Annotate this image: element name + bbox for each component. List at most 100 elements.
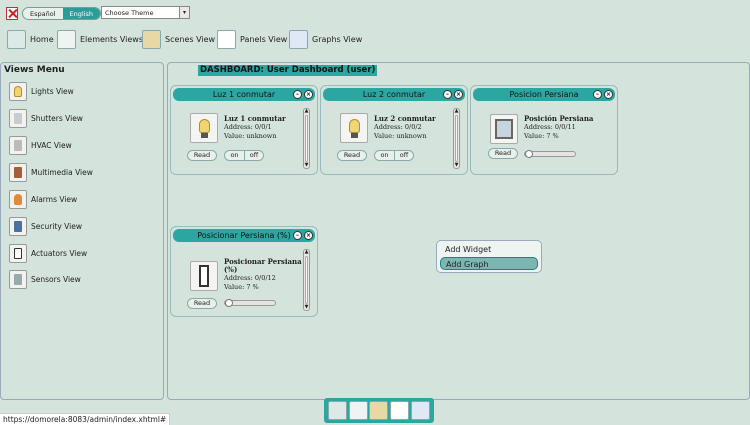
views-item-label: Alarms View (31, 194, 78, 204)
home-icon[interactable] (327, 401, 347, 420)
language-switch[interactable]: Español English (22, 7, 101, 20)
widget-value: Value: 7 % (524, 132, 559, 140)
views-item-label: Shutters View (31, 113, 83, 123)
nav-graphs-label: Graphs View (312, 34, 363, 44)
nav-graphs-view[interactable]: Graphs View (289, 28, 362, 50)
shutter-icon (490, 114, 518, 144)
views-item-hvac[interactable]: HVAC View (9, 135, 72, 155)
nav-elements-label: Elements Views (80, 34, 143, 44)
bell-icon (9, 189, 27, 209)
slider-handle[interactable] (225, 299, 233, 307)
chevron-down-icon[interactable]: ▾ (179, 7, 189, 18)
shutter-icon (9, 108, 27, 128)
close-icon[interactable] (6, 7, 18, 20)
widget-header[interactable]: Posicion Persiana – × (473, 88, 615, 101)
views-item-label: Actuators View (31, 248, 88, 258)
add-widget-menu-item[interactable]: Add Widget (440, 243, 538, 256)
read-button[interactable]: Read (187, 298, 217, 309)
widget-title: Luz 2 conmutar (362, 90, 426, 99)
widget-title: Posicionar Persiana (%) (197, 231, 291, 240)
minimize-icon[interactable]: – (443, 90, 452, 99)
widget-address: Address: 0/0/11 (524, 123, 576, 131)
bottom-dock (324, 398, 434, 423)
panels-icon (217, 29, 236, 49)
on-button[interactable]: on (225, 151, 244, 160)
widget-value: Value: 7 % (224, 283, 259, 291)
views-item-label: Lights View (31, 86, 74, 96)
position-slider[interactable] (224, 299, 276, 307)
sensor-icon (9, 269, 27, 289)
on-button[interactable]: on (375, 151, 394, 160)
actuator-icon (9, 243, 27, 263)
scrollbar[interactable]: ▲ ▼ (303, 249, 310, 311)
close-icon[interactable]: × (604, 90, 613, 99)
elements-icon[interactable] (348, 401, 368, 420)
panels-icon[interactable] (390, 401, 410, 420)
off-button[interactable]: off (394, 151, 413, 160)
read-button[interactable]: Read (337, 150, 367, 161)
context-menu: Add Widget Add Graph (436, 240, 542, 273)
views-item-lights[interactable]: Lights View (9, 81, 74, 101)
minimize-icon[interactable]: – (293, 90, 302, 99)
widget-address: Address: 0/0/2 (374, 123, 422, 131)
nav-home[interactable]: Home (7, 28, 54, 50)
views-item-sensors[interactable]: Sensors View (9, 269, 81, 289)
widget-address: Address: 0/0/1 (224, 123, 272, 131)
add-graph-menu-item[interactable]: Add Graph (440, 257, 538, 270)
slider-handle[interactable] (525, 150, 533, 158)
views-item-shutters[interactable]: Shutters View (9, 108, 83, 128)
bulb-icon (190, 113, 218, 143)
views-item-actuators[interactable]: Actuators View (9, 243, 87, 263)
hvac-icon (9, 135, 27, 155)
widget-posicion-persiana: Posicion Persiana – × Posición Persiana … (470, 85, 618, 175)
read-button[interactable]: Read (187, 150, 217, 161)
minimize-icon[interactable]: – (293, 231, 302, 240)
widget-posicionar-persiana: Posicionar Persiana (%) – × Posicionar P… (170, 226, 318, 317)
on-off-toggle[interactable]: on off (224, 150, 264, 161)
nav-scenes-view[interactable]: Scenes View (142, 28, 215, 50)
elements-icon (57, 29, 76, 49)
language-spanish-button[interactable]: Español (23, 8, 63, 19)
theme-select-label: Choose Theme (105, 9, 154, 17)
scenes-icon[interactable] (369, 401, 389, 420)
multimedia-icon (9, 162, 27, 182)
nav-elements-views[interactable]: Elements Views (57, 28, 143, 50)
widget-header[interactable]: Luz 1 conmutar – × (173, 88, 315, 101)
nav-scenes-label: Scenes View (165, 34, 216, 44)
scrollbar[interactable]: ▲ ▼ (303, 108, 310, 169)
off-button[interactable]: off (244, 151, 263, 160)
widget-luz-2: Luz 2 conmutar – × Luz 2 conmutar Addres… (320, 85, 468, 175)
close-icon[interactable]: × (304, 90, 313, 99)
read-button[interactable]: Read (488, 148, 518, 159)
views-item-alarms[interactable]: Alarms View (9, 189, 77, 209)
views-item-label: Multimedia View (31, 167, 93, 177)
nav-panels-label: Panels View (240, 34, 288, 44)
status-bar-url: https://domorela:8083/admin/index.xhtml# (0, 413, 171, 425)
views-item-security[interactable]: Security View (9, 216, 82, 236)
graphs-icon[interactable] (411, 401, 431, 420)
widget-value: Value: unknown (374, 132, 427, 140)
theme-select[interactable]: Choose Theme ▾ (101, 6, 190, 19)
close-icon[interactable]: × (304, 231, 313, 240)
on-off-toggle[interactable]: on off (374, 150, 414, 161)
widget-value: Value: unknown (224, 132, 277, 140)
scrollbar[interactable]: ▲ ▼ (453, 108, 460, 169)
minimize-icon[interactable]: – (593, 90, 602, 99)
widget-header[interactable]: Luz 2 conmutar – × (323, 88, 465, 101)
widget-name: Luz 1 conmutar (224, 114, 286, 123)
bulb-icon (340, 113, 368, 143)
nav-panels-view[interactable]: Panels View (217, 28, 287, 50)
views-item-label: Sensors View (31, 274, 81, 284)
widget-luz-1: Luz 1 conmutar – × Luz 1 conmutar Addres… (170, 85, 318, 175)
views-item-label: Security View (31, 221, 82, 231)
position-slider[interactable] (524, 150, 576, 158)
close-icon[interactable]: × (454, 90, 463, 99)
widget-header[interactable]: Posicionar Persiana (%) – × (173, 229, 315, 242)
nav-home-label: Home (30, 34, 54, 44)
widget-title: Luz 1 conmutar (212, 90, 276, 99)
widget-name: Posición Persiana (524, 114, 594, 123)
language-english-button[interactable]: English (62, 8, 100, 19)
dashboard-title: DASHBOARD: User Dashboard (user) (198, 65, 378, 76)
home-icon (7, 29, 26, 49)
views-item-multimedia[interactable]: Multimedia View (9, 162, 93, 182)
